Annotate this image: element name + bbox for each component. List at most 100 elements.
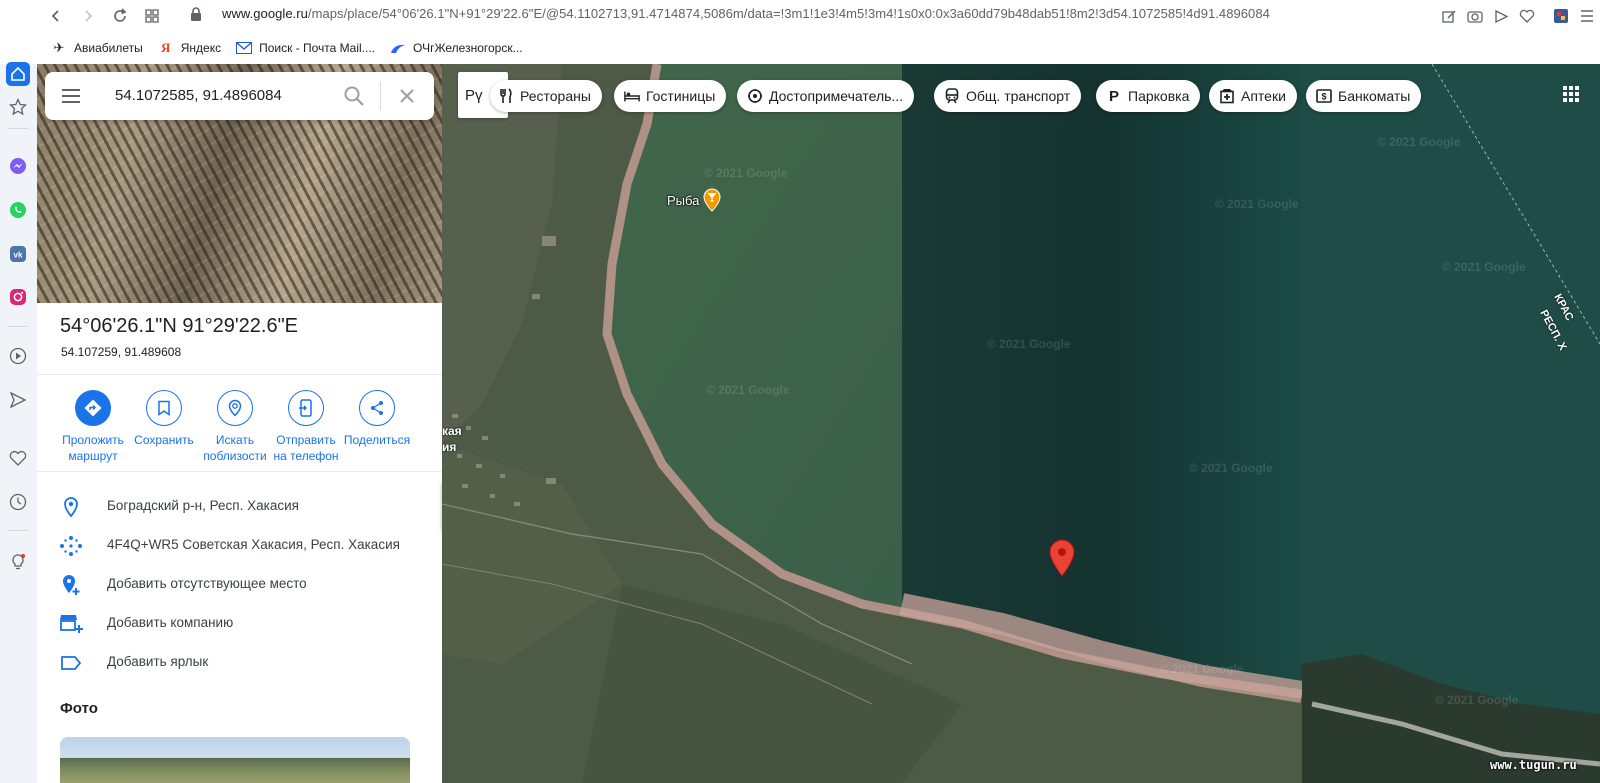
chip-label: Банкоматы [1338,88,1411,104]
history-button[interactable] [6,490,30,514]
location-pin-icon [59,496,83,518]
reload-icon [114,8,127,22]
action-label: маршрут [68,449,118,463]
search-icon[interactable] [343,85,365,107]
bookmark-yandex[interactable]: Я Яндекс [157,40,221,56]
edit-button[interactable] [1436,4,1462,28]
poi-marker[interactable]: Рыба [667,188,721,212]
address-bar[interactable]: www.google.ru/maps/place/54°06'26.1"N+91… [222,6,1270,21]
bookmark-weather[interactable]: ОЧгЖелезногорск... [389,40,523,56]
google-watermark: © 2021 Google [1215,197,1299,211]
hotel-icon [624,88,640,104]
extension-button[interactable] [1548,4,1574,28]
save-button[interactable]: Сохранить [125,390,203,448]
browser-sidebar: vk [0,62,37,783]
url-path: /maps/place/54°06'26.1"N+91°29'22.6"E/@5… [307,6,1270,21]
info-row-add-place[interactable]: Добавить отсутствующее место [37,564,442,604]
photos-heading: Фото [60,700,98,717]
send-sidebar-button[interactable] [6,388,30,412]
info-row-add-label[interactable]: Добавить ярлык [37,642,442,682]
rail-separator [8,128,28,129]
back-button[interactable] [40,2,72,30]
pharmacy-icon [1219,88,1235,104]
yandex-icon: Я [161,40,171,55]
info-row-add-business[interactable]: Добавить компанию [37,603,442,643]
favorites-list-button[interactable] [6,446,30,470]
svg-text:$: $ [1321,92,1326,102]
lock-icon [191,7,201,21]
info-row-plus-code[interactable]: 4F4Q+WR5 Советская Хакасия, Респ. Хакаси… [37,525,442,565]
reload-button[interactable] [104,2,136,30]
chip-pharmacies[interactable]: Аптеки [1209,80,1297,112]
google-watermark: © 2021 Google [1435,693,1519,707]
chip-label: Рестораны [520,88,591,104]
add-business-icon [59,613,83,635]
directions-icon [75,390,111,426]
divider [37,471,442,472]
divider [37,374,442,375]
home-icon [11,66,25,81]
home-button[interactable] [6,62,30,86]
chip-label: Аптеки [1241,88,1286,104]
share-button[interactable]: Поделиться [338,390,416,448]
favorites-button[interactable] [6,95,30,119]
add-business-text: Добавить компанию [107,615,234,630]
action-label: Проложить [62,433,124,447]
chip-restaurants[interactable]: Рестораны [490,80,602,112]
address-text: Боградский р-н, Респ. Хакасия [107,498,299,513]
search-input[interactable]: 54.1072585, 91.4896084 [115,87,282,104]
tips-button[interactable] [6,550,30,574]
directions-button[interactable]: Проложить маршрут [54,390,132,464]
photo-thumbnail[interactable] [60,737,410,783]
menu-button[interactable] [1574,4,1600,28]
layer-label: Рү [465,87,483,104]
chip-attractions[interactable]: Достопримечатель... [737,80,915,112]
location-pin-marker[interactable] [1048,539,1076,577]
send-icon [9,391,27,409]
action-label: поблизости [203,449,267,463]
bookmark-label: Авиабилеты [74,41,143,55]
rail-separator [8,530,28,531]
url-host: www.google.ru [222,6,308,21]
edit-icon [1441,9,1456,23]
extension-icon [1554,9,1568,23]
back-arrow-icon [51,10,59,22]
messenger-button[interactable] [6,154,30,178]
player-button[interactable] [6,344,30,368]
instagram-button[interactable] [6,285,30,309]
google-watermark: © 2021 Google [1442,260,1526,274]
chip-transit[interactable]: Общ. транспорт [934,80,1082,112]
add-place-text: Добавить отсутствующее место [107,576,307,591]
whatsapp-button[interactable] [6,198,30,222]
screenshot-button[interactable] [1462,4,1488,28]
nearby-button[interactable]: Искать поблизости [196,390,274,464]
bookmarks-bar: ✈ Авиабилеты Я Яндекс Поиск - Почта Mail..… [0,32,1600,64]
info-row-address[interactable]: Боградский р-н, Респ. Хакасия [37,486,442,526]
send-button[interactable] [1488,4,1514,28]
tabs-grid-button[interactable] [136,2,168,30]
bookmark-aviabilety[interactable]: ✈ Авиабилеты [50,40,143,56]
hamburger-menu-icon[interactable] [61,88,81,104]
google-watermark: © 2021 Google [1377,135,1461,149]
place-name-fragment: кая [442,424,462,438]
send-to-phone-button[interactable]: Отправить на телефон [267,390,345,464]
vk-button[interactable]: vk [6,242,30,266]
chip-parking[interactable]: P Парковка [1096,80,1201,112]
vk-icon: vk [10,246,26,262]
place-subtitle: 54.107259, 91.489608 [61,345,182,359]
google-apps-icon[interactable] [1562,85,1580,103]
chip-atms[interactable]: $ Банкоматы [1306,80,1422,112]
add-label-text: Добавить ярлык [107,654,209,669]
weather-icon [389,40,407,56]
place-name-fragment: ия [442,440,457,454]
favorite-button[interactable] [1514,4,1540,28]
nearby-icon [217,390,253,426]
map-canvas[interactable]: © 2021 Google © 2021 Google © 2021 Googl… [442,64,1600,783]
bookmark-mail[interactable]: Поиск - Почта Mail.... [235,40,375,56]
add-place-icon [59,574,83,596]
whatsapp-icon [10,202,26,218]
forward-button[interactable] [72,2,104,30]
close-icon[interactable] [397,86,417,106]
chip-label: Парковка [1128,88,1190,104]
chip-hotels[interactable]: Гостиницы [614,80,727,112]
